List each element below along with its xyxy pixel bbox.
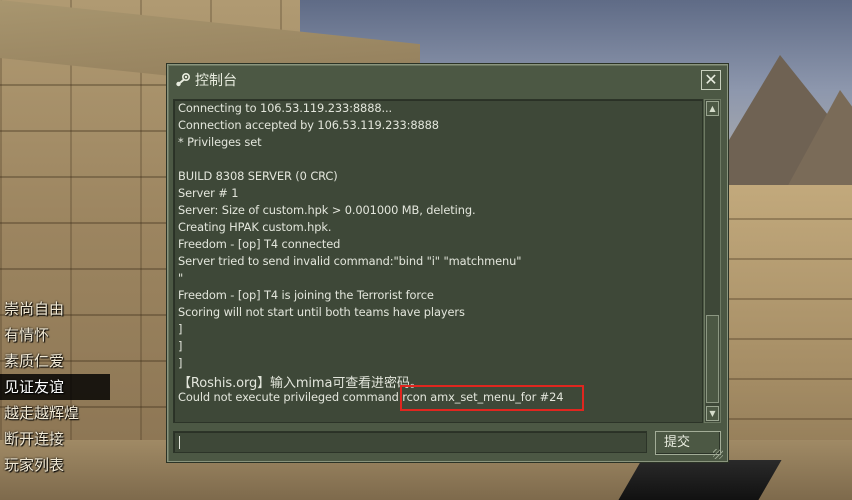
console-line: Creating HPAK custom.hpk. — [178, 220, 332, 234]
console-line: Connecting to 106.53.119.233:8888... — [178, 101, 393, 115]
menu-item-selected[interactable]: 见证友谊 — [0, 374, 110, 400]
text-caret — [179, 436, 180, 449]
scrollbar-thumb[interactable] — [706, 315, 719, 403]
disconnect-menu-item[interactable]: 断开连接 — [0, 426, 110, 452]
console-line: Freedom - [op] T4 is joining the Terrori… — [178, 288, 434, 302]
resize-grip[interactable] — [713, 449, 723, 459]
submit-button[interactable]: 提交 — [655, 431, 721, 455]
window-title: 控制台 — [195, 73, 237, 89]
steam-icon — [176, 72, 191, 87]
highlight-box — [400, 385, 584, 411]
arrow-down-icon[interactable]: ▼ — [706, 406, 719, 421]
command-input[interactable] — [173, 431, 647, 453]
game-menu: 崇尚自由 有情怀 素质仁爱 见证友谊 越走越辉煌 断开连接 玩家列表 — [0, 296, 110, 478]
console-line: Freedom - [op] T4 connected — [178, 237, 341, 251]
close-icon: ✕ — [704, 70, 718, 89]
menu-item[interactable]: 越走越辉煌 — [0, 400, 110, 426]
menu-item[interactable]: 有情怀 — [0, 322, 110, 348]
console-line: Server: Size of custom.hpk > 0.001000 MB… — [178, 203, 476, 217]
mountain — [780, 90, 852, 200]
close-button[interactable]: ✕ — [701, 70, 721, 90]
weapon-model — [618, 460, 782, 500]
console-window: 控制台 ✕ Connecting to 106.53.119.233:8888.… — [167, 64, 728, 462]
console-line: Scoring will not start until both teams … — [178, 305, 465, 319]
scrollbar[interactable]: ▲ ▼ — [704, 99, 721, 423]
console-line: Server tried to send invalid command:"bi… — [178, 254, 522, 268]
console-line: BUILD 8308 SERVER (0 CRC) — [178, 169, 338, 183]
menu-item[interactable]: 崇尚自由 — [0, 296, 110, 322]
menu-item[interactable]: 素质仁爱 — [0, 348, 110, 374]
player-list-menu-item[interactable]: 玩家列表 — [0, 452, 110, 478]
console-output: Connecting to 106.53.119.233:8888... Conn… — [173, 99, 703, 423]
console-line: Connection accepted by 106.53.119.233:88… — [178, 118, 439, 132]
console-line: * Privileges set — [178, 135, 262, 149]
arrow-up-icon[interactable]: ▲ — [706, 101, 719, 116]
console-line: ] — [178, 356, 183, 370]
console-line: ] — [178, 339, 183, 353]
console-line: Server # 1 — [178, 186, 239, 200]
console-line: 【Roshis.org】输入mima可查看进密码。 — [178, 376, 423, 391]
console-line: " — [178, 271, 184, 285]
console-line: ] — [178, 322, 183, 336]
window-titlebar[interactable]: 控制台 ✕ — [168, 65, 727, 95]
